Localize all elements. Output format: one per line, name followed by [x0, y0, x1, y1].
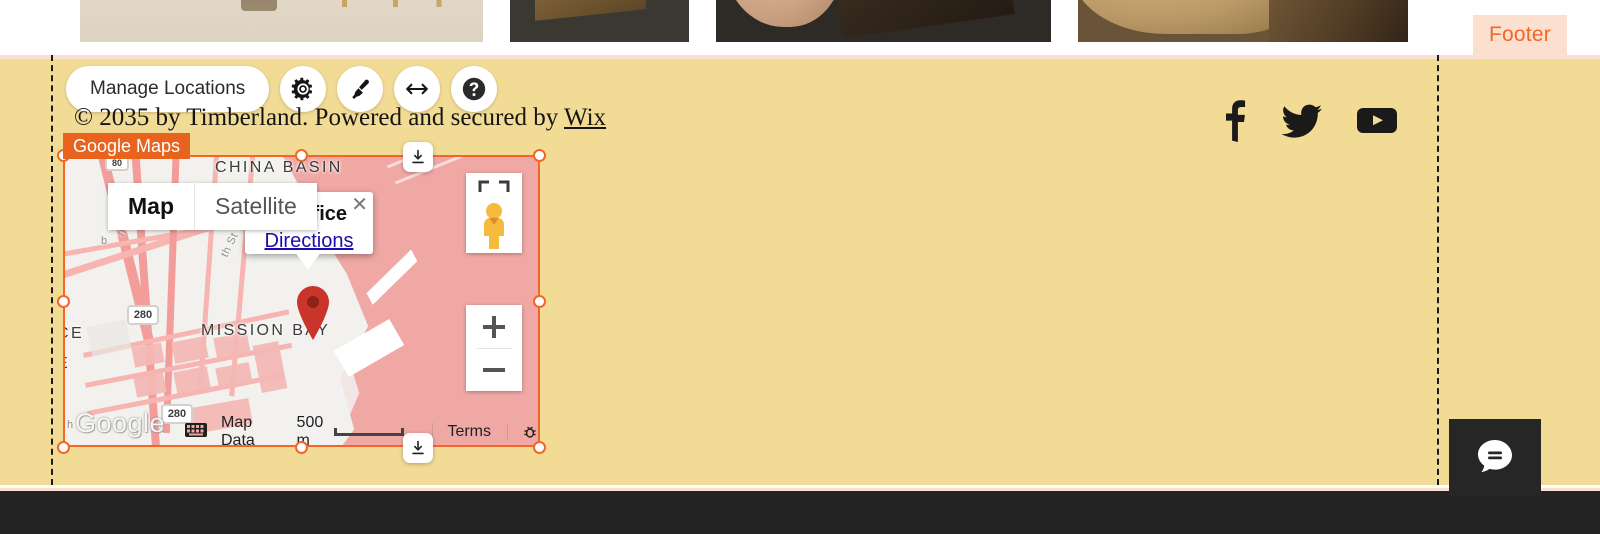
youtube-icon[interactable] [1356, 98, 1398, 147]
keyboard-icon[interactable] [185, 422, 207, 442]
resize-handle-top-right[interactable] [533, 149, 546, 162]
section-label-footer[interactable]: Footer [1473, 15, 1567, 55]
manage-locations-label: Manage Locations [90, 78, 246, 99]
map-type-map-label: Map [128, 193, 174, 219]
editor-canvas: Footer Manage Locations © 2035 by Timber… [0, 0, 1600, 534]
pegman-icon[interactable] [479, 202, 509, 255]
highway-shield-label: 280 [133, 309, 153, 321]
map-data-label[interactable]: Map Data [221, 414, 269, 445]
map-label-text: b [101, 235, 108, 247]
gear-icon [291, 77, 315, 101]
location-pin[interactable] [293, 285, 333, 341]
map-type-switch: Map Satellite [108, 183, 317, 230]
chat-bubble-icon [1474, 435, 1516, 482]
horizontal-arrows-icon [404, 78, 430, 100]
fullscreen-icon[interactable] [477, 179, 511, 198]
bug-report-icon[interactable] [507, 424, 538, 440]
question-mark-icon [461, 76, 487, 102]
resize-handle-middle-right[interactable] [533, 295, 546, 308]
resize-handle-bottom-left[interactable] [57, 441, 70, 454]
map-scale-bar [334, 428, 405, 436]
map-label: b [101, 235, 108, 247]
map-canvas[interactable]: 280 280 80 CHINA BASIN MISSION BAY CE E [65, 157, 538, 445]
facebook-icon[interactable] [1218, 98, 1248, 147]
gallery-image-hands [716, 0, 1051, 42]
resize-handle-bottom-right[interactable] [533, 441, 546, 454]
resize-handle-bottom-center[interactable] [295, 441, 308, 454]
copyright-text: © 2035 by Timberland. Powered and secure… [74, 104, 565, 131]
section-guide-left [51, 55, 53, 485]
close-icon[interactable]: ✕ [351, 195, 368, 215]
gallery-image-workbench [510, 0, 689, 42]
gallery-image[interactable] [716, 0, 1051, 42]
page-bottom-bar [0, 488, 1600, 534]
gallery-image-shavings [1078, 0, 1408, 42]
map-label-text: CHINA BASIN [215, 159, 343, 176]
highway-shield: 80 [105, 157, 129, 171]
resize-handle-middle-left[interactable] [57, 295, 70, 308]
google-maps-component[interactable]: 280 280 80 CHINA BASIN MISSION BAY CE E [63, 155, 540, 447]
map-type-satellite-label: Satellite [215, 193, 297, 219]
zoom-out-button[interactable] [466, 348, 522, 391]
map-label-text: CE [65, 325, 85, 342]
twitter-icon[interactable] [1281, 98, 1323, 147]
gallery-image[interactable] [1078, 0, 1408, 42]
component-badge-label: Google Maps [73, 135, 181, 156]
highway-shield: 280 [127, 305, 159, 325]
resize-handle-top-center[interactable] [295, 149, 308, 162]
drag-handle-top[interactable] [403, 142, 433, 172]
map-label: CHINA BASIN [215, 159, 343, 177]
highway-shield-label: 80 [111, 158, 122, 168]
gallery-image[interactable] [80, 0, 483, 42]
map-label: E [65, 355, 70, 373]
directions-link[interactable]: Directions [245, 230, 373, 253]
map-label-text: E [65, 355, 70, 372]
map-type-satellite[interactable]: Satellite [195, 183, 317, 230]
gallery-image-floor [80, 0, 483, 42]
gallery-strip [0, 0, 1600, 42]
paint-brush-icon [348, 77, 372, 101]
zoom-divider [476, 348, 512, 349]
zoom-control [466, 305, 522, 391]
map-label: CE [65, 325, 84, 343]
section-label-text: Footer [1489, 23, 1551, 46]
terms-link[interactable]: Terms [432, 423, 491, 441]
street-view-control[interactable] [466, 173, 522, 253]
social-icons [1218, 98, 1398, 147]
wix-link[interactable]: Wix [564, 104, 606, 131]
component-badge-google-maps: Google Maps [63, 133, 191, 159]
drag-handle-bottom[interactable] [403, 433, 433, 463]
gallery-image[interactable] [510, 0, 689, 42]
zoom-in-button[interactable] [466, 305, 522, 348]
chat-widget-button[interactable] [1449, 419, 1541, 497]
map-waterway [358, 249, 432, 316]
section-guide-right [1437, 55, 1439, 485]
footer-copyright: © 2035 by Timberland. Powered and secure… [74, 104, 974, 132]
map-type-map[interactable]: Map [108, 183, 195, 230]
